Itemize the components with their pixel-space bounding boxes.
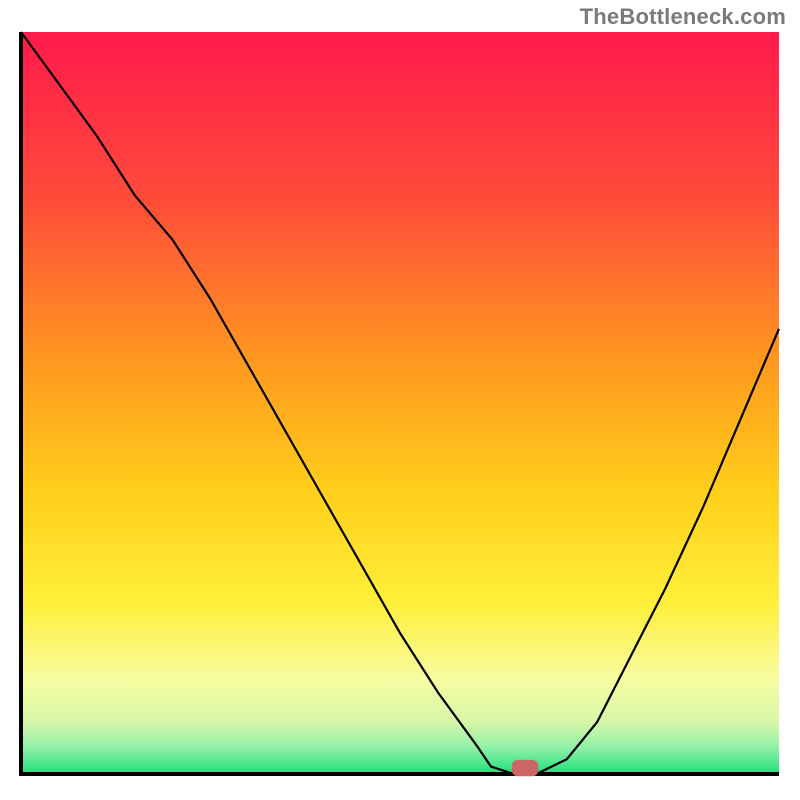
attribution-text: TheBottleneck.com [580,4,786,30]
bottleneck-chart [15,30,785,790]
